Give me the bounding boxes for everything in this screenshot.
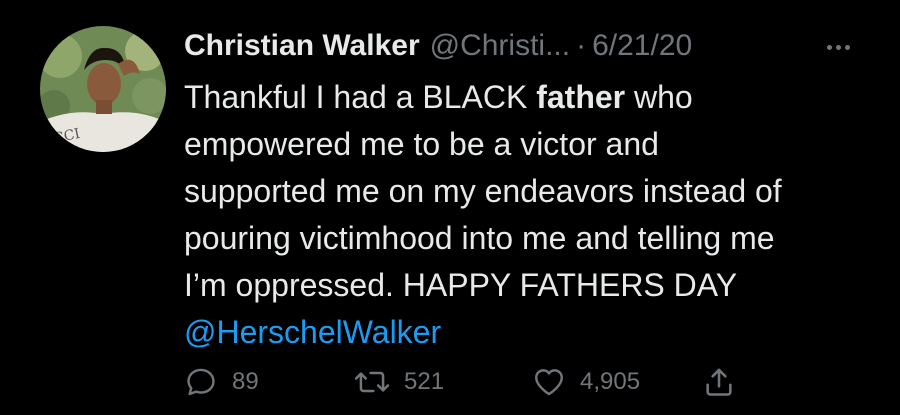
share-button[interactable] xyxy=(702,362,736,402)
more-options-button[interactable] xyxy=(818,30,858,64)
mention-link[interactable]: @HerschelWalker xyxy=(184,309,874,356)
tweet-text-line: Thankful I had a BLACK father who xyxy=(184,79,693,115)
header-separator: · xyxy=(576,29,587,62)
reply-count: 89 xyxy=(232,368,259,395)
avatar-image: UCCI xyxy=(40,26,166,152)
retweet-count: 521 xyxy=(404,368,445,395)
share-icon xyxy=(706,368,732,396)
author-handle[interactable]: @Christi... xyxy=(430,29,570,63)
tweet[interactable]: UCCI Christian Walker @Christi... · 6/21… xyxy=(0,0,900,415)
tweet-text-line: empowered me to be a victor and xyxy=(184,126,659,162)
tweet-header: Christian Walker @Christi... · 6/21/20 xyxy=(184,26,692,66)
tweet-text-line: I’m oppressed. HAPPY FATHERS DAY xyxy=(184,267,738,303)
tweet-actions: 89 521 4,905 xyxy=(184,362,804,402)
author-name[interactable]: Christian Walker xyxy=(184,29,420,63)
avatar[interactable]: UCCI xyxy=(40,26,166,152)
heart-icon xyxy=(535,369,563,396)
more-horizontal-icon xyxy=(826,44,832,50)
tweet-text-line: supported me on my endeavors instead of xyxy=(184,173,782,209)
like-button[interactable]: 4,905 xyxy=(532,362,640,402)
reply-button[interactable]: 89 xyxy=(184,362,259,402)
retweet-button[interactable]: 521 xyxy=(354,362,444,402)
like-count: 4,905 xyxy=(580,368,641,395)
tweet-text: Thankful I had a BLACK father who empowe… xyxy=(184,74,874,356)
reply-icon xyxy=(187,368,215,396)
retweet-icon xyxy=(354,371,390,393)
tweet-date[interactable]: 6/21/20 xyxy=(592,29,692,63)
bold-word: father xyxy=(536,79,626,115)
tweet-text-line: pouring victimhood into me and telling m… xyxy=(184,220,775,256)
